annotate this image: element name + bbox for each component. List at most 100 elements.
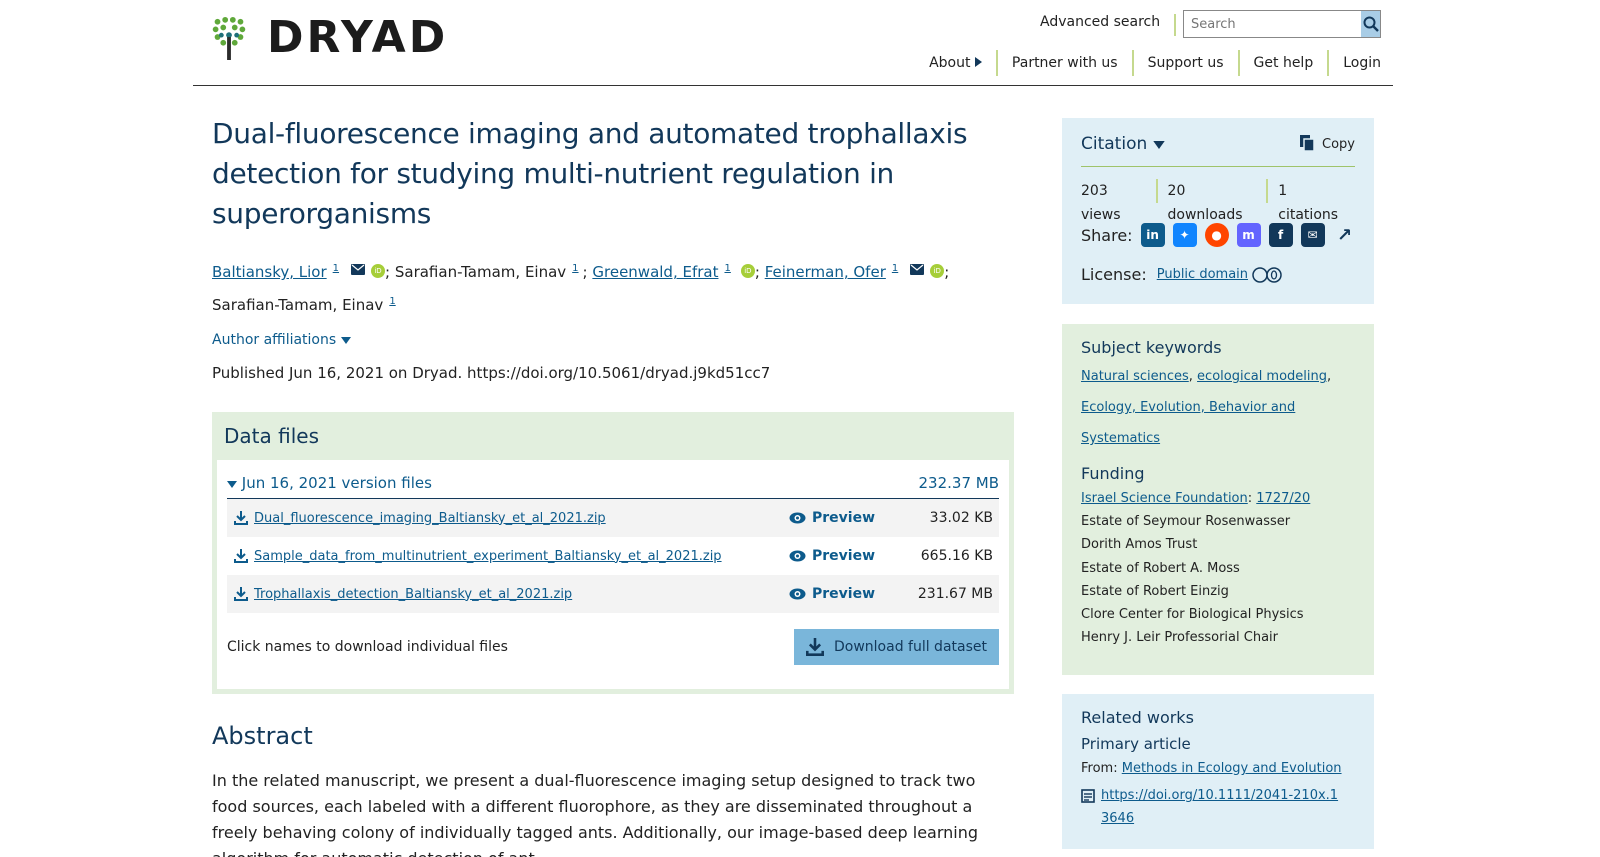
license-link[interactable]: Public domain (1157, 267, 1248, 282)
file-name-cell: Dual_fluorescence_imaging_Baltiansky_et_… (227, 511, 789, 526)
related-from-label: From: (1081, 761, 1118, 776)
file-download-link[interactable]: Dual_fluorescence_imaging_Baltiansky_et_… (254, 511, 606, 526)
bluesky-icon[interactable]: ✦ (1172, 223, 1197, 247)
preview-button[interactable]: Preview (789, 510, 889, 526)
keyword-link[interactable]: Ecology, Evolution, Behavior and Systema… (1081, 392, 1311, 454)
version-label: Jun 16, 2021 version files (241, 474, 432, 492)
author-list: Baltiansky, Lior 1 iD; Sarafian-Tamam, Ein… (212, 263, 950, 314)
dryad-logo[interactable]: DRYAD (211, 16, 448, 60)
orcid-icon[interactable]: iD (371, 264, 386, 278)
file-name-cell: Trophallaxis_detection_Baltiansky_et_al_… (227, 587, 789, 602)
related-works-panel: Related works Primary article From: Meth… (1062, 694, 1374, 849)
orcid-icon[interactable]: iD (740, 264, 755, 278)
copy-citation-button[interactable]: Copy (1300, 135, 1355, 153)
eye-icon (789, 512, 806, 524)
funding-item: Estate of Robert A. Moss (1081, 560, 1240, 576)
data-files-footer: Click names to download individual files… (227, 629, 999, 665)
version-label-wrap: Jun 16, 2021 version files (227, 474, 432, 492)
file-row: Dual_fluorescence_imaging_Baltiansky_et_… (227, 499, 999, 537)
citation-header: Citation Copy (1081, 130, 1355, 167)
affiliations-label: Author affiliations (212, 332, 337, 348)
nav-login[interactable]: Login (1327, 50, 1381, 76)
license-row: License: Public domain (1081, 265, 1355, 284)
preview-button[interactable]: Preview (789, 586, 889, 602)
related-heading: Related works (1081, 708, 1194, 727)
version-toggle[interactable]: Jun 16, 2021 version files 232.37 MB (227, 474, 999, 499)
related-doi-link[interactable]: https://doi.org/10.1111/2041-210x.13646 (1101, 784, 1346, 830)
download-full-dataset-button[interactable]: Download full dataset (793, 629, 999, 665)
copy-label: Copy (1322, 136, 1355, 152)
download-icon (234, 587, 248, 601)
email-icon[interactable] (351, 264, 366, 275)
preview-label: Preview (812, 586, 876, 602)
file-download-link[interactable]: Sample_data_from_multinutrient_experimen… (254, 549, 722, 564)
citations-count: 1 citations (1266, 179, 1355, 223)
email-share-icon[interactable]: ✉ (1300, 223, 1325, 247)
version-size: 232.37 MB (918, 474, 1000, 492)
caret-down-icon (227, 481, 237, 488)
funder-link[interactable]: Israel Science Foundation (1081, 491, 1248, 506)
eye-icon (789, 588, 806, 600)
orcid-icon[interactable]: iD (930, 264, 945, 278)
affiliation-ref[interactable]: 1 (389, 296, 395, 307)
mastodon-icon[interactable]: m (1236, 223, 1261, 247)
email-icon[interactable] (910, 264, 925, 275)
published-line: Published Jun 16, 2021 on Dryad. https:/… (212, 364, 771, 382)
caret-down-icon (1152, 141, 1165, 149)
nav-help[interactable]: Get help (1237, 50, 1328, 76)
share-icons: in ✦ ● m f ✉ ↗ (1140, 223, 1365, 247)
citation-toggle[interactable]: Citation (1081, 134, 1165, 154)
download-full-label: Download full dataset (833, 639, 987, 655)
funding-list: Israel Science Foundation: 1727/20 Estat… (1081, 487, 1355, 649)
cc-zero-icon (1252, 266, 1282, 283)
author-affiliations-toggle[interactable]: Author affiliations (212, 332, 1012, 348)
keyword-link[interactable]: ecological modeling (1197, 369, 1327, 384)
affiliation-ref[interactable]: 1 (572, 263, 578, 274)
dataset-title: Dual-fluorescence imaging and automated … (212, 117, 968, 230)
main-content: Dual-fluorescence imaging and automated … (212, 114, 1014, 857)
abstract-text: In the related manuscript, we present a … (212, 771, 979, 857)
search-box (1183, 10, 1381, 38)
download-hint: Click names to download individual files (227, 639, 508, 655)
funding-item: Clore Center for Biological Physics (1081, 607, 1304, 623)
author-link[interactable]: Greenwald, Efrat (592, 263, 718, 281)
article-icon (1081, 789, 1095, 803)
downloads-count: 20 downloads (1155, 179, 1267, 223)
funding-item: Estate of Seymour Rosenwasser (1081, 514, 1291, 530)
metrics-row: 203 views 20 downloads 1 citations (1081, 179, 1355, 223)
search-input[interactable] (1184, 11, 1361, 37)
affiliation-ref[interactable]: 1 (892, 263, 898, 274)
license-label: License: (1081, 265, 1147, 284)
grant-link[interactable]: 1727/20 (1256, 491, 1310, 506)
linkedin-icon[interactable]: in (1140, 223, 1165, 247)
download-icon (805, 638, 824, 656)
author-link[interactable]: Feinerman, Ofer (765, 263, 886, 281)
file-name-cell: Sample_data_from_multinutrient_experimen… (227, 549, 789, 564)
tree-logo-icon (212, 16, 246, 60)
preview-button[interactable]: Preview (789, 548, 889, 564)
nav-support[interactable]: Support us (1131, 50, 1238, 76)
search-button[interactable] (1361, 11, 1380, 37)
affiliation-ref[interactable]: 1 (724, 263, 730, 274)
facebook-icon[interactable]: f (1268, 223, 1293, 247)
file-download-link[interactable]: Trophallaxis_detection_Baltiansky_et_al_… (254, 587, 572, 602)
nav-partner[interactable]: Partner with us (995, 50, 1132, 76)
related-subheading: Primary article (1081, 735, 1191, 753)
keyword-link[interactable]: Natural sciences (1081, 369, 1189, 384)
data-files-inner: Jun 16, 2021 version files 232.37 MB Dua… (217, 460, 1009, 689)
download-icon (234, 549, 248, 563)
reddit-icon[interactable]: ● (1204, 223, 1229, 247)
keywords-funding-panel: Subject keywords Natural sciences, ecolo… (1062, 324, 1374, 675)
share-external-icon[interactable]: ↗ (1333, 223, 1357, 247)
funding-item: Estate of Robert Einzig (1081, 583, 1229, 599)
author-name: Sarafian-Tamam, Einav (394, 263, 567, 281)
advanced-search-link[interactable]: Advanced search (1040, 14, 1177, 36)
author-link[interactable]: Baltiansky, Lior (212, 263, 327, 281)
related-doi-row: https://doi.org/10.1111/2041-210x.13646 (1081, 784, 1355, 830)
journal-link[interactable]: Methods in Ecology and Evolution (1122, 761, 1342, 776)
nav-about[interactable]: About (915, 50, 996, 76)
data-files-panel: Data files Jun 16, 2021 version files 23… (212, 412, 1014, 694)
file-size: 231.67 MB (917, 586, 993, 602)
affiliation-ref[interactable]: 1 (333, 263, 339, 274)
citation-label: Citation (1081, 134, 1148, 154)
